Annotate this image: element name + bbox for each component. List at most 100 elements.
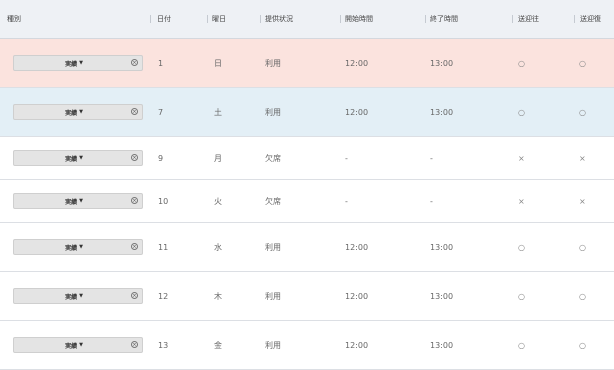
start-time-cell: 12:00 (345, 291, 369, 301)
type-select[interactable]: 実績 ▼ × (13, 239, 143, 255)
column-separator (340, 15, 341, 23)
type-select-label: 実績 ▼ (14, 240, 134, 254)
status-cell: 利用 (265, 340, 281, 350)
header-date[interactable]: 日付 (157, 0, 171, 38)
clear-icon[interactable]: × (131, 197, 138, 204)
header-end[interactable]: 終了時間 (430, 0, 458, 38)
type-select[interactable]: 実績 ▼ × (13, 337, 143, 353)
end-time-cell: 13:00 (430, 340, 454, 350)
type-cell: 実績 ▼ × (0, 39, 150, 87)
start-time-cell: 12:00 (345, 340, 369, 350)
date-cell: 1 (158, 58, 164, 68)
dropoff-cell: ○ (579, 242, 586, 252)
chevron-down-icon: ▼ (79, 109, 83, 115)
column-separator (260, 15, 261, 23)
pickup-cell: ○ (518, 291, 525, 301)
type-select-label: 実績 ▼ (14, 105, 134, 119)
weekday-cell: 月 (214, 153, 222, 163)
chevron-down-icon: ▼ (79, 244, 83, 250)
table-header: 種別 日付 曜日 提供状況 開始時間 終了時間 送迎往 送迎復 (0, 0, 614, 39)
chevron-down-icon: ▼ (79, 155, 83, 161)
header-type[interactable]: 種別 (7, 0, 21, 38)
header-pickup[interactable]: 送迎往 (518, 0, 539, 38)
type-select[interactable]: 実績 ▼ × (13, 104, 143, 120)
type-cell: 実績 ▼ × (0, 223, 150, 271)
schedule-table: 種別 日付 曜日 提供状況 開始時間 終了時間 送迎往 送迎復 実績 ▼ × 1 日利用… (0, 0, 614, 370)
date-cell: 12 (158, 291, 169, 301)
type-value: 実績 (65, 342, 78, 350)
pickup-cell: × (518, 153, 525, 163)
clear-icon[interactable]: × (131, 154, 138, 161)
weekday-cell: 木 (214, 291, 222, 301)
table-row: 実績 ▼ × 7 土利用 12:00 13:00 ○ ○ (0, 88, 614, 137)
clear-icon[interactable]: × (131, 341, 138, 348)
dropoff-cell: ○ (579, 340, 586, 350)
type-select[interactable]: 実績 ▼ × (13, 55, 143, 71)
type-cell: 実績 ▼ × (0, 321, 150, 369)
type-select-label: 実績 ▼ (14, 151, 134, 165)
column-separator (574, 15, 575, 23)
table-row: 実績 ▼ × 1 日利用 12:00 13:00 ○ ○ (0, 39, 614, 88)
end-time-cell: - (430, 196, 433, 206)
chevron-down-icon: ▼ (79, 198, 83, 204)
weekday-cell: 金 (214, 340, 222, 350)
pickup-cell: ○ (518, 107, 525, 117)
header-weekday[interactable]: 曜日 (212, 0, 226, 38)
type-select-label: 実績 ▼ (14, 338, 134, 352)
header-dropoff[interactable]: 送迎復 (580, 0, 601, 38)
start-time-cell: 12:00 (345, 242, 369, 252)
type-value: 実績 (65, 293, 78, 301)
weekday-cell: 日 (214, 58, 222, 68)
status-cell: 利用 (265, 242, 281, 252)
column-separator (425, 15, 426, 23)
clear-icon[interactable]: × (131, 59, 138, 66)
type-value: 実績 (65, 109, 78, 117)
type-value: 実績 (65, 60, 78, 68)
table-row: 実績 ▼ × 13 金利用 12:00 13:00 ○ ○ (0, 321, 614, 370)
type-cell: 実績 ▼ × (0, 272, 150, 320)
type-select-label: 実績 ▼ (14, 56, 134, 70)
table-row: 実績 ▼ × 10 火欠席 - - × × (0, 180, 614, 223)
table-body: 実績 ▼ × 1 日利用 12:00 13:00 ○ ○ 実績 ▼ × 7 土利用 12:00 13:00 ○ ○… (0, 39, 614, 370)
chevron-down-icon: ▼ (79, 60, 83, 66)
table-row: 実績 ▼ × 9 月欠席 - - × × (0, 137, 614, 180)
end-time-cell: 13:00 (430, 291, 454, 301)
date-cell: 7 (158, 107, 164, 117)
table-row: 実績 ▼ × 11 水利用 12:00 13:00 ○ ○ (0, 223, 614, 272)
table-row: 実績 ▼ × 12 木利用 12:00 13:00 ○ ○ (0, 272, 614, 321)
type-select[interactable]: 実績 ▼ × (13, 193, 143, 209)
type-cell: 実績 ▼ × (0, 88, 150, 136)
start-time-cell: - (345, 196, 348, 206)
start-time-cell: - (345, 153, 348, 163)
type-select-label: 実績 ▼ (14, 194, 134, 208)
chevron-down-icon: ▼ (79, 293, 83, 299)
column-separator (207, 15, 208, 23)
start-time-cell: 12:00 (345, 58, 369, 68)
end-time-cell: 13:00 (430, 58, 454, 68)
pickup-cell: ○ (518, 58, 525, 68)
dropoff-cell: ○ (579, 58, 586, 68)
weekday-cell: 土 (214, 107, 222, 117)
end-time-cell: 13:00 (430, 242, 454, 252)
clear-icon[interactable]: × (131, 243, 138, 250)
clear-icon[interactable]: × (131, 108, 138, 115)
end-time-cell: 13:00 (430, 107, 454, 117)
date-cell: 11 (158, 242, 169, 252)
type-cell: 実績 ▼ × (0, 137, 150, 179)
dropoff-cell: × (579, 196, 586, 206)
status-cell: 欠席 (265, 153, 281, 163)
header-status[interactable]: 提供状況 (265, 0, 293, 38)
status-cell: 利用 (265, 107, 281, 117)
header-start[interactable]: 開始時間 (345, 0, 373, 38)
type-select[interactable]: 実績 ▼ × (13, 150, 143, 166)
type-select[interactable]: 実績 ▼ × (13, 288, 143, 304)
type-value: 実績 (65, 155, 78, 163)
dropoff-cell: ○ (579, 107, 586, 117)
dropoff-cell: × (579, 153, 586, 163)
date-cell: 9 (158, 153, 164, 163)
start-time-cell: 12:00 (345, 107, 369, 117)
date-cell: 10 (158, 196, 169, 206)
status-cell: 利用 (265, 58, 281, 68)
clear-icon[interactable]: × (131, 292, 138, 299)
column-separator (150, 15, 151, 23)
